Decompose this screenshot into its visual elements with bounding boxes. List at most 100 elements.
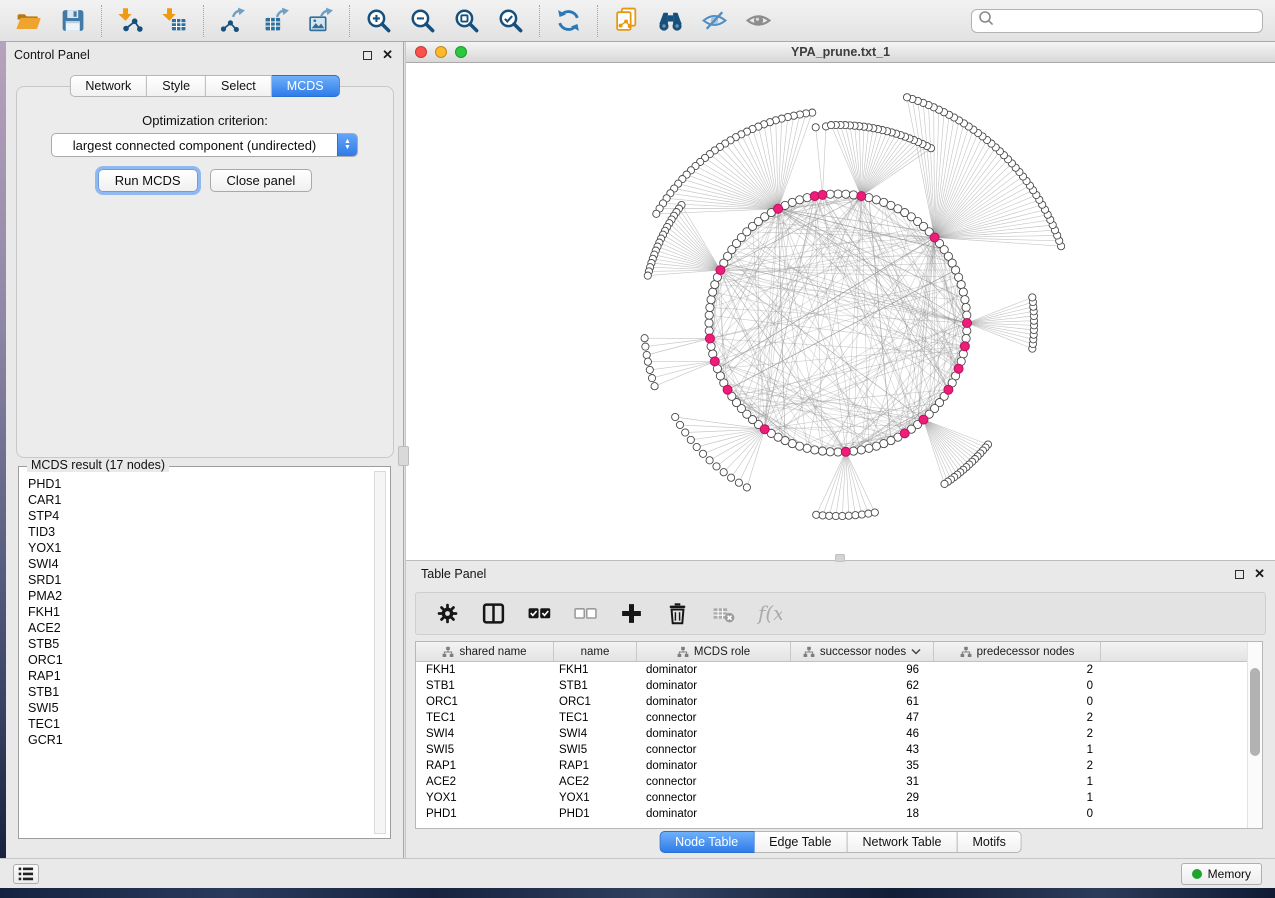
- column-header-predecessor-nodes[interactable]: predecessor nodes: [934, 642, 1101, 661]
- network-window-titlebar[interactable]: YPA_prune.txt_1: [406, 42, 1275, 63]
- mcds-result-item[interactable]: ACE2: [28, 620, 374, 636]
- mcds-result-item[interactable]: ORC1: [28, 652, 374, 668]
- close-panel-icon[interactable]: ✕: [382, 50, 393, 60]
- table-row[interactable]: YOX1YOX1connector291: [416, 790, 1262, 806]
- mcds-result-item[interactable]: GCR1: [28, 732, 374, 748]
- table-row[interactable]: STB1STB1dominator620: [416, 678, 1262, 694]
- criterion-dropdown[interactable]: largest connected component (undirected)…: [51, 133, 358, 157]
- table-row[interactable]: FKH1FKH1dominator962: [416, 662, 1262, 678]
- table-row[interactable]: TEC1TEC1connector472: [416, 710, 1262, 726]
- cell-name: STB1: [554, 680, 637, 692]
- import-network-icon[interactable]: [117, 7, 144, 34]
- table-row[interactable]: PHD1PHD1dominator180: [416, 806, 1262, 822]
- table-tab-network-table[interactable]: Network Table: [848, 831, 958, 853]
- cell-shared-name: ACE2: [416, 776, 554, 788]
- mcds-result-item[interactable]: STB5: [28, 636, 374, 652]
- column-header-MCDS-role[interactable]: MCDS role: [637, 642, 791, 661]
- mcds-result-item[interactable]: PHD1: [28, 476, 374, 492]
- memory-status-icon: [1192, 869, 1202, 879]
- network-search-field[interactable]: [971, 9, 1263, 33]
- toolbar-group: [0, 7, 101, 34]
- zoom-out-icon[interactable]: [409, 7, 436, 34]
- mcds-result-item[interactable]: FKH1: [28, 604, 374, 620]
- hierarchy-icon: [442, 646, 454, 658]
- refresh-view-icon[interactable]: [555, 7, 582, 34]
- mcds-result-item[interactable]: STP4: [28, 508, 374, 524]
- mcds-result-item[interactable]: YOX1: [28, 540, 374, 556]
- select-all-columns-icon[interactable]: [527, 601, 552, 626]
- birds-eye-view-icon[interactable]: [745, 7, 772, 34]
- network-canvas[interactable]: [406, 63, 1275, 560]
- cell-predecessor-nodes: 1: [934, 792, 1101, 804]
- table-row[interactable]: ACE2ACE2connector311: [416, 774, 1262, 790]
- mcds-result-item[interactable]: TEC1: [28, 716, 374, 732]
- mcds-result-item[interactable]: CAR1: [28, 492, 374, 508]
- search-input[interactable]: [995, 11, 1262, 31]
- close-window-button[interactable]: [415, 46, 427, 58]
- sort-chevron-icon[interactable]: [911, 648, 921, 656]
- column-header-label: MCDS role: [694, 646, 750, 658]
- mcds-result-item[interactable]: TID3: [28, 524, 374, 540]
- table-scrollbar-thumb[interactable]: [1250, 668, 1260, 756]
- horizontal-splitter-handle[interactable]: [835, 554, 845, 562]
- float-table-panel-icon[interactable]: [1235, 570, 1244, 579]
- table-tab-edge-table[interactable]: Edge Table: [754, 831, 847, 853]
- column-header-successor-nodes[interactable]: successor nodes: [791, 642, 934, 661]
- table-tab-node-table[interactable]: Node Table: [659, 831, 754, 853]
- table-row[interactable]: SWI4SWI4dominator462: [416, 726, 1262, 742]
- show-columns-icon[interactable]: [481, 601, 506, 626]
- zoom-window-button[interactable]: [455, 46, 467, 58]
- table-row[interactable]: RAP1RAP1dominator352: [416, 758, 1262, 774]
- cell-name: YOX1: [554, 792, 637, 804]
- share-document-icon[interactable]: [613, 7, 640, 34]
- minimize-window-button[interactable]: [435, 46, 447, 58]
- hide-graphics-details-icon[interactable]: [701, 7, 728, 34]
- network-graph[interactable]: [406, 63, 1275, 560]
- import-table-icon[interactable]: [161, 7, 188, 34]
- export-table-icon[interactable]: [263, 7, 290, 34]
- zoom-selected-icon[interactable]: [497, 7, 524, 34]
- zoom-in-icon[interactable]: [365, 7, 392, 34]
- float-panel-icon[interactable]: [363, 51, 372, 60]
- tab-select[interactable]: Select: [206, 75, 272, 97]
- table-row[interactable]: ORC1ORC1dominator610: [416, 694, 1262, 710]
- tab-style[interactable]: Style: [147, 75, 206, 97]
- add-column-icon[interactable]: [619, 601, 644, 626]
- mcds-result-item[interactable]: SWI5: [28, 700, 374, 716]
- export-network-icon[interactable]: [219, 7, 246, 34]
- delete-columns-icon[interactable]: [665, 601, 690, 626]
- mcds-result-item[interactable]: RAP1: [28, 668, 374, 684]
- mcds-result-item[interactable]: STB1: [28, 684, 374, 700]
- table-scrollbar[interactable]: [1247, 642, 1262, 828]
- run-mcds-button[interactable]: Run MCDS: [98, 169, 198, 192]
- cell-MCDS-role: dominator: [637, 760, 791, 772]
- zoom-fit-icon[interactable]: [453, 7, 480, 34]
- tab-network[interactable]: Network: [69, 75, 147, 97]
- memory-button[interactable]: Memory: [1181, 863, 1262, 885]
- column-header-shared-name[interactable]: shared name: [416, 642, 554, 661]
- mcds-result-scrollbar[interactable]: [374, 471, 386, 834]
- mcds-result-item[interactable]: SRD1: [28, 572, 374, 588]
- close-panel-button[interactable]: Close panel: [210, 169, 313, 192]
- close-table-panel-icon[interactable]: ✕: [1254, 569, 1265, 579]
- cell-name: PHD1: [554, 808, 637, 820]
- show-panels-button[interactable]: [13, 864, 39, 884]
- mcds-result-list[interactable]: PHD1CAR1STP4TID3YOX1SWI4SRD1PMA2FKH1ACE2…: [20, 470, 374, 837]
- table-row[interactable]: SWI5SWI5connector431: [416, 742, 1262, 758]
- mcds-result-item[interactable]: SWI4: [28, 556, 374, 572]
- cell-shared-name: FKH1: [416, 664, 554, 676]
- column-header-name[interactable]: name: [554, 642, 637, 661]
- memory-button-label: Memory: [1208, 867, 1251, 881]
- search-network-icon[interactable]: [657, 7, 684, 34]
- export-image-icon[interactable]: [307, 7, 334, 34]
- save-session-icon[interactable]: [59, 7, 86, 34]
- cell-predecessor-nodes: 2: [934, 664, 1101, 676]
- vertical-splitter-handle[interactable]: [398, 446, 409, 466]
- table-settings-icon[interactable]: [435, 601, 460, 626]
- mcds-result-item[interactable]: PMA2: [28, 588, 374, 604]
- open-session-icon[interactable]: [15, 7, 42, 34]
- cell-successor-nodes: 96: [791, 664, 934, 676]
- unselect-all-columns-icon[interactable]: [573, 601, 598, 626]
- tab-mcds[interactable]: MCDS: [272, 75, 340, 97]
- table-tab-motifs[interactable]: Motifs: [957, 831, 1021, 853]
